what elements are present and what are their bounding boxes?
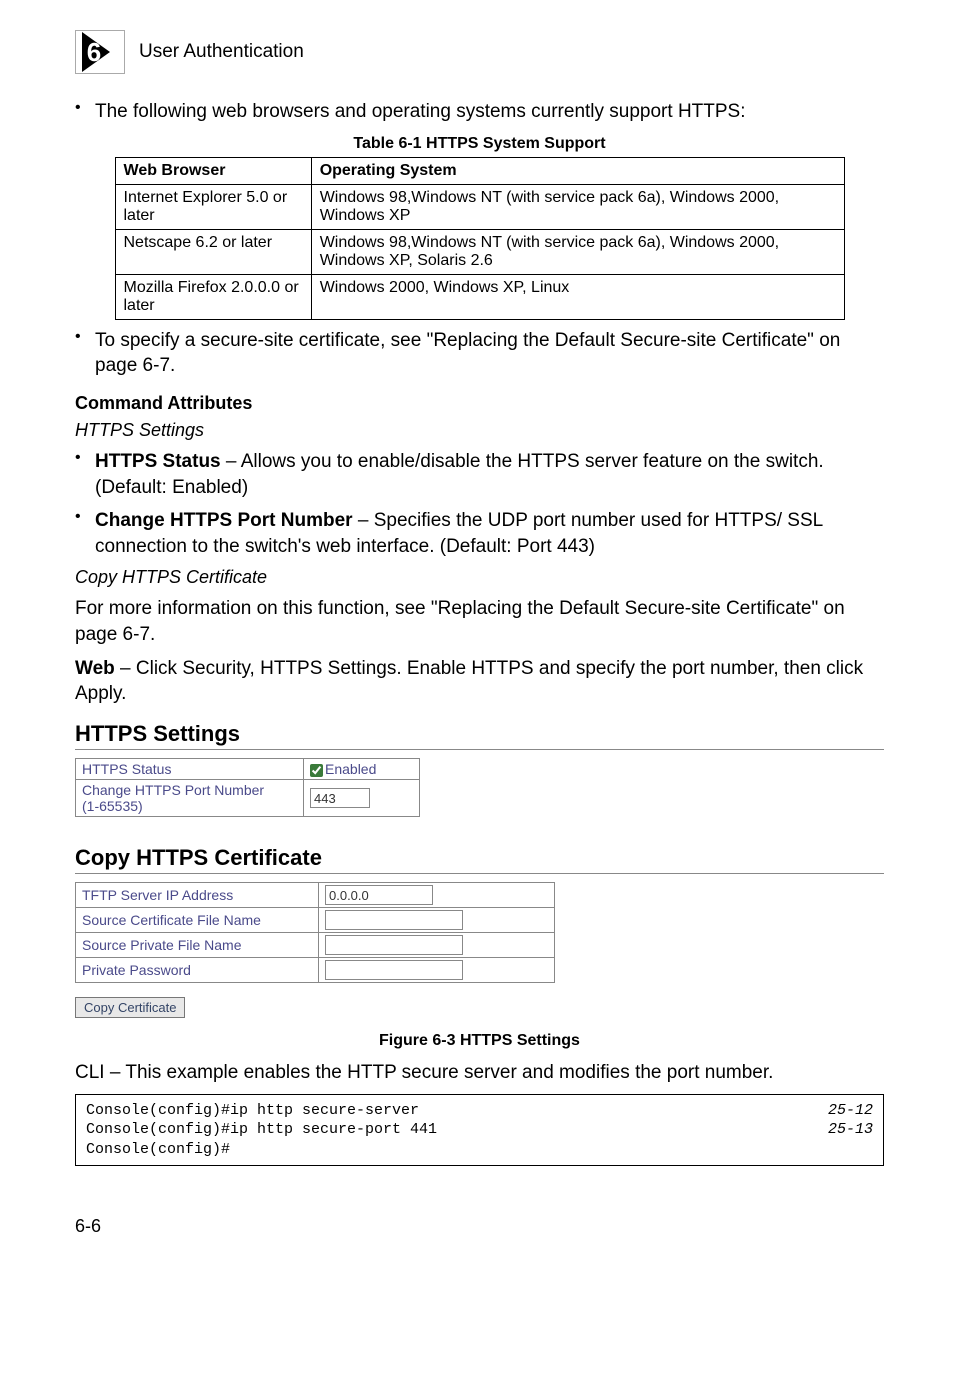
table-cell: Windows 98,Windows NT (with service pack… (311, 184, 844, 229)
source-cert-cell (319, 908, 555, 933)
tftp-ip-input[interactable] (325, 885, 433, 905)
port-label-line1: Change HTTPS Port Number (82, 782, 264, 798)
table-row: Private Password (76, 958, 555, 983)
table-row: Source Certificate File Name (76, 908, 555, 933)
table-row: HTTPS Status Enabled (76, 759, 420, 780)
table-cell: Windows 2000, Windows XP, Linux (311, 274, 844, 319)
web-instructions: Web – Click Security, HTTPS Settings. En… (75, 656, 884, 707)
table-header: Operating System (311, 157, 844, 184)
change-port-bullet: • Change HTTPS Port Number – Specifies t… (75, 508, 884, 559)
cli-line: Console(config)#ip http secure-port 441 2… (86, 1120, 873, 1140)
divider (75, 873, 884, 874)
private-password-label: Private Password (76, 958, 319, 983)
bullet-dot-icon: • (75, 508, 95, 559)
secure-site-text: To specify a secure-site certificate, se… (95, 328, 884, 379)
source-priv-label: Source Private File Name (76, 933, 319, 958)
bullet-dot-icon: • (75, 99, 95, 125)
web-rest: – Click Security, HTTPS Settings. Enable… (75, 658, 863, 705)
https-support-table: Web Browser Operating System Internet Ex… (115, 157, 845, 320)
change-port-text: Change HTTPS Port Number – Specifies the… (95, 508, 884, 559)
table-row: Internet Explorer 5.0 or later Windows 9… (115, 184, 844, 229)
table-row: Mozilla Firefox 2.0.0.0 or later Windows… (115, 274, 844, 319)
https-settings-form: HTTPS Status Enabled Change HTTPS Port N… (75, 758, 420, 817)
chapter-badge: 6 (75, 30, 125, 74)
table-header: Web Browser (115, 157, 311, 184)
secure-site-bullet: • To specify a secure-site certificate, … (75, 328, 884, 379)
page-number: 6-6 (75, 1216, 884, 1237)
cli-cmd: Console(config)# (86, 1140, 230, 1160)
intro-bullet-text: The following web browsers and operating… (95, 99, 746, 125)
cli-ref: 25-12 (828, 1101, 873, 1121)
table-cell: Internet Explorer 5.0 or later (115, 184, 311, 229)
private-password-cell (319, 958, 555, 983)
source-priv-input[interactable] (325, 935, 463, 955)
bullet-bold: HTTPS Status (95, 451, 221, 472)
copy-certificate-button[interactable]: Copy Certificate (75, 997, 185, 1018)
source-cert-label: Source Certificate File Name (76, 908, 319, 933)
copy-cert-heading: Copy HTTPS Certificate (75, 845, 884, 871)
https-status-text: HTTPS Status – Allows you to enable/disa… (95, 449, 884, 500)
table-row: Change HTTPS Port Number (1-65535) (76, 780, 420, 817)
https-status-cell: Enabled (304, 759, 420, 780)
table-cell: Mozilla Firefox 2.0.0.0 or later (115, 274, 311, 319)
tftp-ip-cell (319, 883, 555, 908)
table-row: Netscape 6.2 or later Windows 98,Windows… (115, 229, 844, 274)
copy-cert-form: TFTP Server IP Address Source Certificat… (75, 882, 555, 983)
table-row: Source Private File Name (76, 933, 555, 958)
source-cert-input[interactable] (325, 910, 463, 930)
port-number-input[interactable] (310, 788, 370, 808)
https-settings-subheading: HTTPS Settings (75, 420, 884, 441)
header-title: User Authentication (139, 41, 304, 63)
cli-intro: CLI – This example enables the HTTP secu… (75, 1060, 884, 1086)
bullet-bold: Change HTTPS Port Number (95, 510, 353, 531)
https-status-bullet: • HTTPS Status – Allows you to enable/di… (75, 449, 884, 500)
cli-ref: 25-13 (828, 1120, 873, 1140)
cli-cmd: Console(config)#ip http secure-server (86, 1101, 419, 1121)
cli-output-box: Console(config)#ip http secure-server 25-… (75, 1094, 884, 1167)
source-priv-cell (319, 933, 555, 958)
https-status-checkbox[interactable] (310, 764, 323, 777)
private-password-input[interactable] (325, 960, 463, 980)
https-settings-heading: HTTPS Settings (75, 721, 884, 747)
table-caption: Table 6-1 HTTPS System Support (75, 135, 884, 153)
port-number-cell (304, 780, 420, 817)
figure-caption: Figure 6-3 HTTPS Settings (75, 1032, 884, 1050)
cli-line: Console(config)# (86, 1140, 873, 1160)
bullet-dot-icon: • (75, 328, 95, 379)
table-header-row: Web Browser Operating System (115, 157, 844, 184)
https-settings-screenshot: HTTPS Settings HTTPS Status Enabled Chan… (75, 721, 884, 1018)
table-cell: Windows 98,Windows NT (with service pack… (311, 229, 844, 274)
enabled-label: Enabled (325, 761, 376, 777)
page-header: 6 User Authentication (75, 30, 884, 74)
command-attributes-heading: Command Attributes (75, 393, 884, 414)
intro-bullet: • The following web browsers and operati… (75, 99, 884, 125)
port-label-line2: (1-65535) (82, 798, 143, 814)
cli-line: Console(config)#ip http secure-server 25-… (86, 1101, 873, 1121)
https-status-label: HTTPS Status (76, 759, 304, 780)
chapter-number: 6 (87, 37, 101, 68)
divider (75, 749, 884, 750)
copy-cert-subheading: Copy HTTPS Certificate (75, 567, 884, 588)
copy-cert-para: For more information on this function, s… (75, 596, 884, 647)
table-row: TFTP Server IP Address (76, 883, 555, 908)
cli-cmd: Console(config)#ip http secure-port 441 (86, 1120, 437, 1140)
tftp-ip-label: TFTP Server IP Address (76, 883, 319, 908)
bullet-dot-icon: • (75, 449, 95, 500)
port-number-label: Change HTTPS Port Number (1-65535) (76, 780, 304, 817)
web-bold: Web (75, 658, 115, 679)
table-cell: Netscape 6.2 or later (115, 229, 311, 274)
